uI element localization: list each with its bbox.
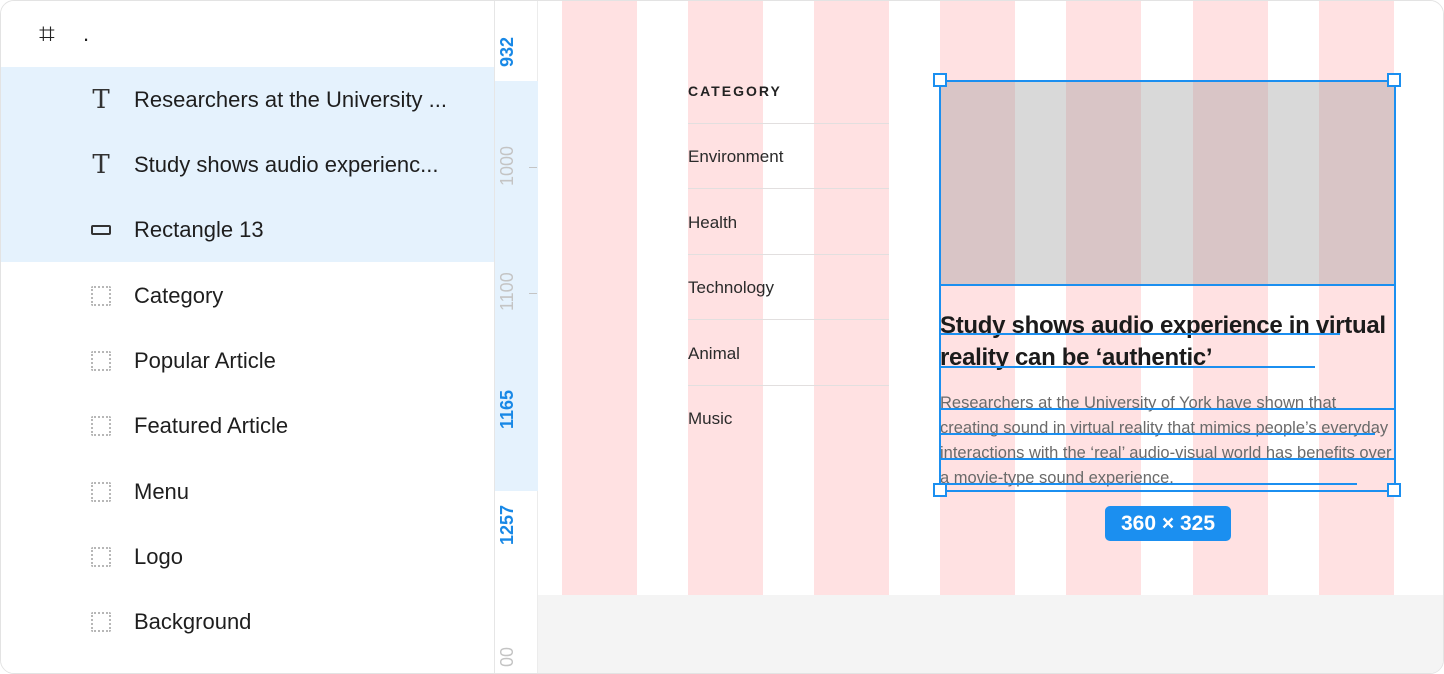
design-editor-window: ⌗ . T Researchers at the University ... … [0, 0, 1444, 674]
rectangle-icon [87, 216, 115, 244]
resize-handle-top-right[interactable] [1387, 73, 1401, 87]
ruler-label-1300: 00 [497, 646, 517, 668]
text-baseline [939, 366, 1315, 368]
ruler-label-1000: 1000 [497, 145, 517, 187]
resize-handle-bottom-right[interactable] [1387, 483, 1401, 497]
category-divider [688, 254, 889, 255]
ruler-label-1100: 1100 [497, 272, 517, 312]
layer-label: Background [134, 608, 252, 634]
layer-label: Rectangle 13 [134, 216, 264, 242]
layer-featured-article[interactable]: Featured Article [1, 393, 494, 458]
vertical-ruler[interactable]: 932 1000 1100 1165 1257 00 [494, 1, 538, 673]
text-baseline [939, 458, 1396, 460]
layer-label: Featured Article [134, 412, 289, 438]
group-icon [87, 347, 115, 375]
selection-bounding-box[interactable] [939, 80, 1396, 492]
ruler-label-1165: 1165 [497, 389, 517, 429]
category-divider [688, 188, 889, 189]
layer-label: Study shows audio experienc... [134, 151, 439, 177]
layer-label: Logo [134, 543, 183, 569]
category-divider [688, 319, 889, 320]
layer-study-text[interactable]: T Study shows audio experienc... [1, 132, 494, 197]
resize-handle-top-left[interactable] [933, 73, 947, 87]
text-icon: T [92, 149, 110, 180]
layer-rectangle-13[interactable]: Rectangle 13 [1, 197, 494, 262]
layer-label: Popular Article [134, 347, 276, 373]
layer-menu[interactable]: Menu [1, 459, 494, 524]
resize-handle-bottom-left[interactable] [933, 483, 947, 497]
layer-category[interactable]: Category [1, 263, 494, 328]
design-canvas[interactable]: CATEGORY Environment Health Technology A… [538, 1, 1443, 673]
category-item-music[interactable]: Music [688, 409, 732, 429]
group-icon [87, 608, 115, 636]
layers-panel: ⌗ . T Researchers at the University ... … [1, 1, 494, 673]
category-item-animal[interactable]: Animal [688, 344, 740, 364]
layer-label: Menu [134, 478, 190, 504]
text-baseline [939, 483, 1357, 485]
ruler-label-932: 932 [497, 36, 517, 68]
layer-researchers-text[interactable]: T Researchers at the University ... [1, 67, 494, 132]
group-icon [87, 282, 115, 310]
text-baseline [939, 333, 1340, 335]
text-icon: T [92, 84, 110, 115]
category-item-health[interactable]: Health [688, 213, 737, 233]
layer-logo[interactable]: Logo [1, 524, 494, 589]
layer-background[interactable]: Background [1, 589, 494, 654]
layer-label: Researchers at the University ... [134, 86, 448, 112]
category-divider [688, 385, 889, 386]
category-item-environment[interactable]: Environment [688, 147, 783, 167]
layer-label: . [83, 20, 90, 46]
artboard[interactable]: CATEGORY Environment Health Technology A… [538, 1, 1443, 595]
layer-frame[interactable]: ⌗ . [1, 1, 494, 66]
layout-grid-column [562, 1, 637, 595]
ruler-label-1257: 1257 [497, 504, 517, 546]
frame-icon: ⌗ [39, 16, 55, 50]
category-heading[interactable]: CATEGORY [688, 83, 782, 99]
layer-popular-article[interactable]: Popular Article [1, 328, 494, 393]
group-icon [87, 543, 115, 571]
text-baseline [939, 408, 1396, 410]
group-icon [87, 478, 115, 506]
dimensions-badge: 360 × 325 [1105, 506, 1231, 541]
layer-label: Category [134, 282, 224, 308]
category-item-technology[interactable]: Technology [688, 278, 774, 298]
layout-grid-column [814, 1, 889, 595]
text-baseline [939, 433, 1375, 435]
group-icon [87, 412, 115, 440]
category-divider [688, 123, 889, 124]
